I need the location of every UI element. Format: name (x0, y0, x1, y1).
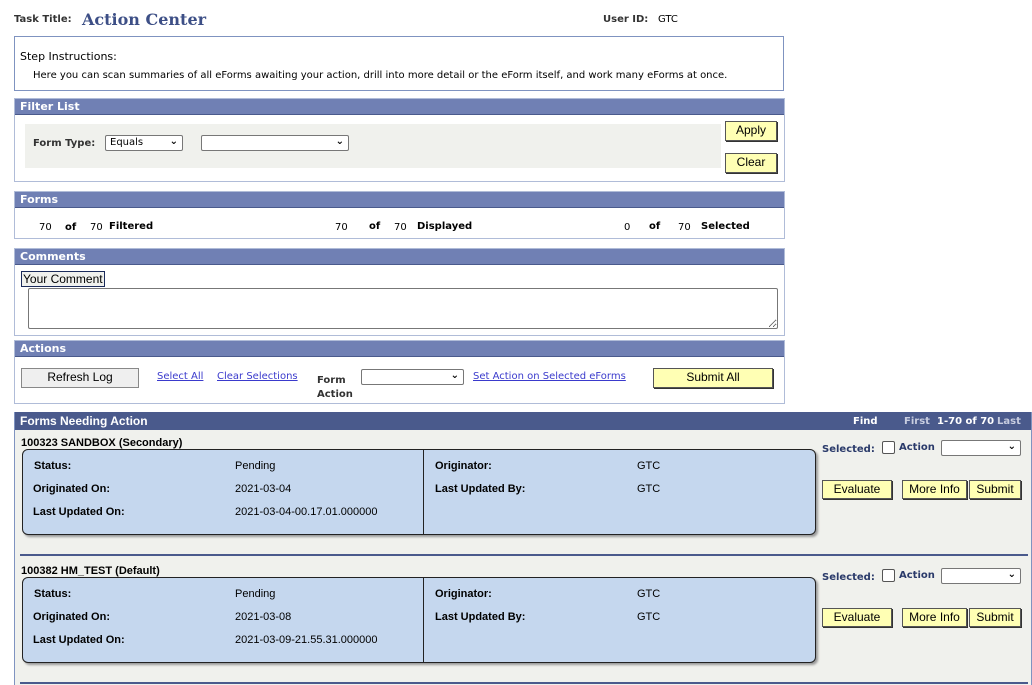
actions-section: Actions Refresh Log Select All Clear Sel… (14, 340, 785, 404)
status-value: Pending (235, 588, 276, 600)
last-updated-on-label: Last Updated On: (33, 634, 125, 646)
selected-label: Selected (701, 221, 750, 232)
originator-value: GTC (637, 460, 661, 472)
form-title: 100323 SANDBOX (Secondary) (21, 437, 183, 449)
last-updated-on-value: 2021-03-04-00.17.01.000000 (235, 506, 378, 518)
selected-label: Selected: (822, 444, 875, 455)
filter-section: Filter List Form Type: Equals ⌄ ⌄ Apply C… (14, 98, 785, 182)
operator-select[interactable]: Equals ⌄ (105, 135, 183, 151)
filter-area: Form Type: Equals ⌄ ⌄ (25, 124, 721, 168)
row-action-select[interactable]: ⌄ (941, 568, 1021, 584)
of-label: of (369, 221, 381, 232)
instructions-heading: Step Instructions: (20, 50, 117, 63)
operator-value: Equals (110, 137, 144, 148)
select-all-link[interactable]: Select All (157, 371, 203, 382)
set-action-link[interactable]: Set Action on Selected eForms (473, 371, 626, 382)
form-type-select[interactable]: ⌄ (201, 135, 349, 151)
originated-on-value: 2021-03-08 (235, 611, 292, 623)
status-label: Status: (34, 588, 72, 600)
card-divider (423, 578, 424, 662)
actions-header: Actions (15, 341, 784, 357)
originator-label: Originator: (435, 588, 492, 600)
selected-total: 70 (678, 222, 691, 233)
action-label: Action (899, 442, 935, 453)
more-info-button[interactable]: More Info (902, 608, 967, 627)
originated-on-label: Originated On: (33, 483, 110, 495)
clear-button[interactable]: Clear (725, 153, 777, 173)
first-link[interactable]: First (904, 413, 930, 431)
filtered-count: 70 (39, 222, 52, 233)
last-updated-by-label: Last Updated By: (435, 483, 526, 495)
row-action-select[interactable]: ⌄ (941, 440, 1021, 456)
filter-header: Filter List (15, 99, 784, 115)
evaluate-button[interactable]: Evaluate (822, 608, 892, 627)
row-separator (20, 682, 1028, 684)
select-checkbox[interactable] (882, 441, 895, 454)
page-title: Action Center (82, 10, 207, 29)
last-link[interactable]: Last (997, 413, 1021, 431)
chevron-down-icon: ⌄ (169, 136, 178, 147)
last-updated-on-value: 2021-03-09-21.55.31.000000 (235, 634, 378, 646)
task-title-label: Task Title: (14, 14, 72, 25)
forms-section: Forms 70 of 70 Filtered 70 of 70 Display… (14, 191, 785, 239)
refresh-log-button[interactable]: Refresh Log (21, 368, 139, 388)
instructions-box: Step Instructions: Here you can scan sum… (14, 36, 784, 91)
selected-count: 0 (624, 222, 631, 233)
submit-button[interactable]: Submit (969, 608, 1021, 627)
card-divider (423, 450, 424, 534)
clear-selections-link[interactable]: Clear Selections (217, 371, 298, 382)
find-link[interactable]: Find (853, 413, 878, 431)
submit-button[interactable]: Submit (969, 480, 1021, 499)
originated-on-label: Originated On: (33, 611, 110, 623)
row-separator (20, 554, 1028, 556)
filtered-label: Filtered (109, 221, 154, 232)
originated-on-value: 2021-03-04 (235, 483, 292, 495)
chevron-down-icon: ⌄ (1007, 441, 1016, 452)
chevron-down-icon: ⌄ (1007, 569, 1016, 580)
status-label: Status: (34, 460, 72, 472)
action-label: Action (899, 570, 935, 581)
chevron-down-icon: ⌄ (450, 370, 459, 381)
forms-header: Forms (15, 192, 784, 208)
select-checkbox[interactable] (882, 569, 895, 582)
range-text: 1-70 of 70 (937, 416, 995, 427)
grid-title: Forms Needing Action (20, 414, 148, 428)
comments-header: Comments (15, 249, 784, 265)
comment-textarea[interactable] (28, 288, 778, 329)
form-type-label: Form Type: (33, 138, 96, 149)
filtered-total: 70 (90, 222, 103, 233)
originator-value: GTC (637, 588, 661, 600)
your-comment-label: Your Comment (21, 271, 105, 287)
submit-all-button[interactable]: Submit All (653, 368, 773, 388)
last-updated-by-value: GTC (637, 483, 661, 495)
more-info-button[interactable]: More Info (902, 480, 967, 499)
selected-label: Selected: (822, 572, 875, 583)
user-id-label: User ID: (603, 14, 649, 25)
form-action-label: Form (317, 375, 346, 386)
of-label: of (65, 222, 77, 233)
last-updated-by-label: Last Updated By: (435, 611, 526, 623)
displayed-label: Displayed (417, 221, 473, 232)
originator-label: Originator: (435, 460, 492, 472)
user-id: GTC (658, 14, 678, 25)
form-summary-card[interactable]: Status: Pending Originated On: 2021-03-0… (22, 577, 816, 663)
apply-button[interactable]: Apply (725, 121, 777, 141)
form-action-select[interactable]: ⌄ (361, 369, 464, 385)
last-updated-by-value: GTC (637, 611, 661, 623)
chevron-down-icon: ⌄ (335, 136, 344, 147)
form-title: 100382 HM_TEST (Default) (21, 565, 160, 577)
of-label: of (649, 221, 661, 232)
displayed-count: 70 (335, 222, 348, 233)
comments-section: Comments Your Comment (14, 248, 785, 336)
status-value: Pending (235, 460, 276, 472)
displayed-total: 70 (394, 222, 407, 233)
instructions-text: Here you can scan summaries of all eForm… (33, 70, 728, 81)
form-action-label-2: Action (317, 389, 353, 400)
grid-header: Forms Needing Action Find First 1-70 of … (15, 412, 1031, 430)
evaluate-button[interactable]: Evaluate (822, 480, 892, 499)
form-summary-card[interactable]: Status: Pending Originated On: 2021-03-0… (22, 449, 816, 535)
last-updated-on-label: Last Updated On: (33, 506, 125, 518)
